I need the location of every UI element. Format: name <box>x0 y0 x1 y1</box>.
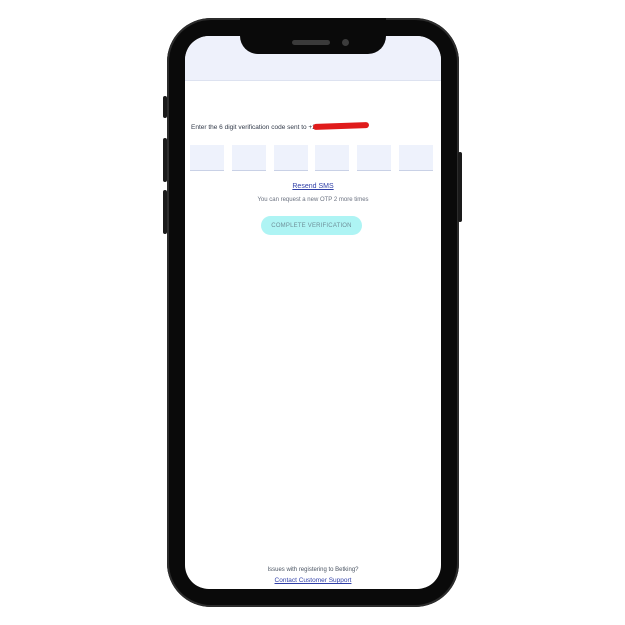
otp-input-row <box>190 145 433 171</box>
otp-digit-3[interactable] <box>273 145 308 171</box>
volume-down-button <box>163 190 167 234</box>
stage: Enter the 6 digit verification code sent… <box>0 0 625 625</box>
registration-issues-text: Issues with registering to Betking? <box>267 567 359 573</box>
speaker-grille <box>292 40 330 45</box>
otp-digit-4[interactable] <box>315 145 350 171</box>
phone-screen <box>185 36 441 589</box>
otp-digit-6[interactable] <box>398 145 433 171</box>
otp-digit-1[interactable] <box>190 145 224 171</box>
otp-digit-2[interactable] <box>231 145 266 171</box>
otp-remaining-note: You can request a new OTP 2 more times <box>257 197 369 203</box>
contact-support-link[interactable]: Contact Customer Support <box>185 577 441 584</box>
resend-sms-link[interactable]: Resend SMS <box>185 183 441 190</box>
verification-instruction: Enter the 6 digit verification code sent… <box>191 124 320 131</box>
power-button <box>458 152 462 222</box>
phone-notch <box>240 18 386 54</box>
mute-switch <box>163 96 167 118</box>
otp-digit-5[interactable] <box>357 145 392 171</box>
volume-up-button <box>163 138 167 182</box>
complete-verification-button[interactable]: COMPLETE VERIFICATION <box>261 216 362 235</box>
front-camera-icon <box>342 39 349 46</box>
